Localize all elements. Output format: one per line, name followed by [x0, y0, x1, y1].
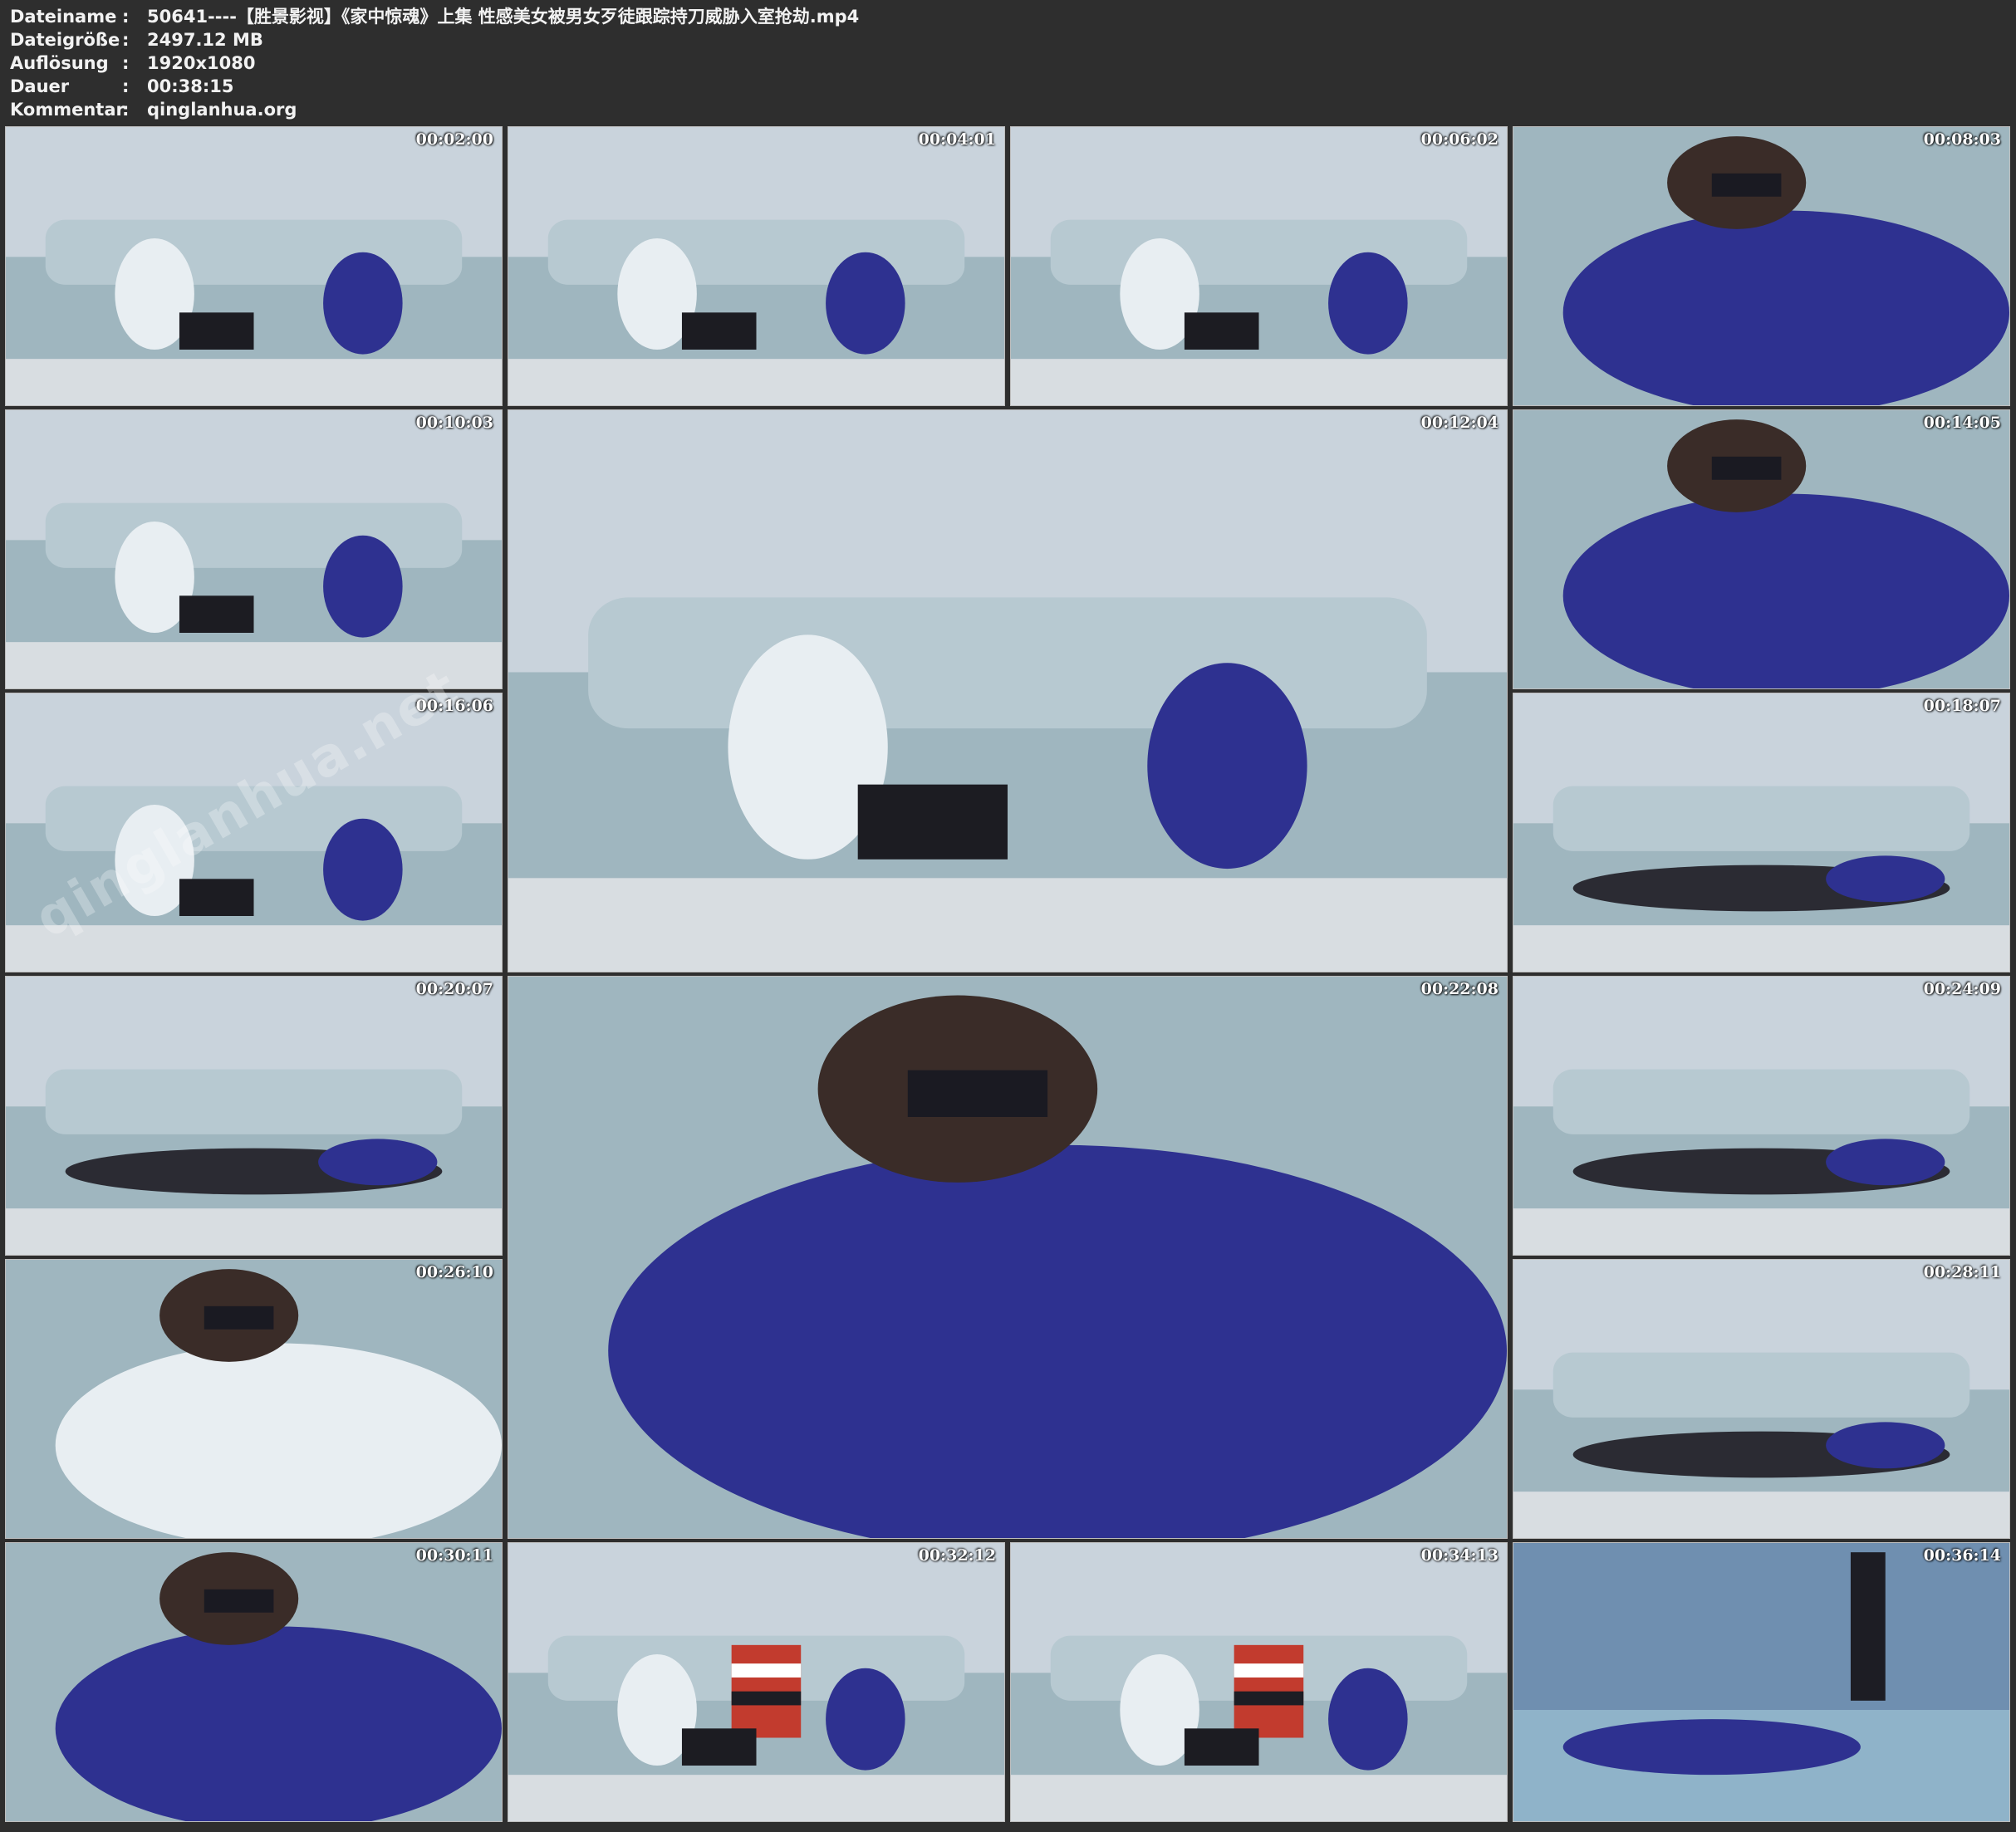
thumbnail-scene — [6, 410, 502, 688]
video-thumbnail: 00:14:05 — [1513, 409, 2010, 689]
file-info: Dateiname : 50641----【胜景影视】《家中惊魂》上集 性感美女… — [10, 5, 859, 121]
video-thumbnail: 00:24:09 — [1513, 976, 2010, 1256]
thumbnail-scene — [1513, 1543, 2009, 1821]
thumbnail-timestamp: 00:22:08 — [1420, 980, 1499, 998]
video-thumbnail: 00:16:06 — [5, 693, 503, 972]
thumbnail-timestamp: 00:02:00 — [415, 130, 493, 149]
thumbnail-scene — [1011, 1543, 1507, 1821]
thumbnail-timestamp: 00:20:07 — [415, 980, 493, 998]
video-thumbnail: 00:22:08 — [508, 976, 1508, 1539]
video-thumbnail: 00:12:04 — [508, 409, 1508, 972]
thumbnail-scene — [1513, 410, 2009, 688]
info-row-duration: Dauer : 00:38:15 — [10, 75, 859, 98]
info-value: 1920x1080 — [147, 53, 256, 73]
thumbnail-timestamp: 00:30:11 — [415, 1546, 493, 1565]
thumbnail-timestamp: 00:14:05 — [1923, 414, 2001, 432]
thumbnail-scene — [6, 693, 502, 972]
thumbnail-scene — [1513, 693, 2009, 972]
thumbnail-timestamp: 00:32:12 — [918, 1546, 996, 1565]
video-thumbnail: 00:18:07 — [1513, 693, 2010, 972]
info-row-resolution: Auflösung : 1920x1080 — [10, 51, 859, 75]
info-value: qinglanhua.org — [147, 100, 297, 120]
video-thumbnail: 00:36:14 — [1513, 1542, 2010, 1822]
video-thumbnail: 00:06:02 — [1010, 126, 1508, 406]
thumbnail-timestamp: 00:26:10 — [415, 1263, 493, 1281]
info-key: Kommentar — [10, 100, 125, 120]
video-thumbnail: 00:32:12 — [508, 1542, 1005, 1822]
video-thumbnail: 00:08:03 — [1513, 126, 2010, 406]
thumbnail-timestamp: 00:18:07 — [1923, 697, 2001, 715]
thumbnail-scene — [508, 410, 1507, 972]
thumbnail-timestamp: 00:04:01 — [918, 130, 996, 149]
thumbnail-scene — [1011, 127, 1507, 405]
thumbnail-scene — [1513, 1260, 2009, 1538]
info-row-filename: Dateiname : 50641----【胜景影视】《家中惊魂》上集 性感美女… — [10, 5, 859, 28]
thumbnail-scene — [508, 977, 1507, 1538]
info-separator: : — [122, 100, 130, 120]
info-row-filesize: Dateigröße : 2497.12 MB — [10, 28, 859, 51]
thumbnail-scene — [6, 1260, 502, 1538]
thumbnail-timestamp: 00:16:06 — [415, 697, 493, 715]
thumbnail-timestamp: 00:12:04 — [1420, 414, 1499, 432]
thumbnail-scene — [6, 1543, 502, 1821]
info-value: 50641----【胜景影视】《家中惊魂》上集 性感美女被男女歹徒跟踪持刀威胁入… — [147, 7, 860, 27]
thumbnail-timestamp: 00:06:02 — [1420, 130, 1499, 149]
info-key: Dateigröße — [10, 30, 120, 50]
contact-sheet: Dateiname : 50641----【胜景影视】《家中惊魂》上集 性感美女… — [0, 0, 2016, 1832]
info-value: 00:38:15 — [147, 76, 234, 96]
info-value: 2497.12 MB — [147, 30, 263, 50]
info-row-comment: Kommentar : qinglanhua.org — [10, 98, 859, 121]
thumbnail-scene — [508, 127, 1004, 405]
info-key: Dateiname — [10, 7, 117, 27]
thumbnail-timestamp: 00:08:03 — [1923, 130, 2001, 149]
info-separator: : — [122, 76, 130, 96]
video-thumbnail: 00:02:00 — [5, 126, 503, 406]
thumbnail-timestamp: 00:36:14 — [1923, 1546, 2001, 1565]
thumbnail-scene — [6, 127, 502, 405]
thumbnail-scene — [1513, 127, 2009, 405]
thumbnail-scene — [508, 1543, 1004, 1821]
thumbnail-timestamp: 00:28:11 — [1923, 1263, 2001, 1281]
info-key: Dauer — [10, 76, 70, 96]
thumbnail-scene — [1513, 977, 2009, 1255]
info-separator: : — [122, 53, 130, 73]
video-thumbnail: 00:28:11 — [1513, 1259, 2010, 1539]
video-thumbnail: 00:04:01 — [508, 126, 1005, 406]
video-thumbnail: 00:10:03 — [5, 409, 503, 689]
info-key: Auflösung — [10, 53, 109, 73]
video-thumbnail: 00:34:13 — [1010, 1542, 1508, 1822]
thumbnail-timestamp: 00:24:09 — [1923, 980, 2001, 998]
video-thumbnail: 00:30:11 — [5, 1542, 503, 1822]
video-thumbnail: 00:20:07 — [5, 976, 503, 1256]
video-thumbnail: 00:26:10 — [5, 1259, 503, 1539]
thumbnail-scene — [6, 977, 502, 1255]
info-separator: : — [122, 7, 130, 27]
info-separator: : — [122, 30, 130, 50]
thumbnail-timestamp: 00:10:03 — [415, 414, 493, 432]
thumbnail-timestamp: 00:34:13 — [1420, 1546, 1499, 1565]
